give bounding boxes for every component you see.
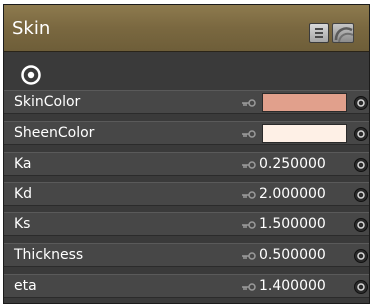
key-icon[interactable] (242, 98, 256, 108)
property-value-field[interactable]: 2.000000 (259, 186, 326, 202)
key-icon[interactable] (242, 190, 256, 200)
swirl-button[interactable] (332, 23, 354, 43)
property-label: Kd (14, 186, 33, 202)
panel-header: Skin (4, 5, 369, 52)
key-icon[interactable] (242, 129, 256, 139)
connect-icon[interactable] (353, 217, 369, 233)
property-row-skincolor: SkinColor (4, 90, 369, 114)
connect-icon[interactable] (353, 187, 369, 203)
sheen-color-swatch[interactable] (262, 124, 347, 143)
property-value-field[interactable]: 0.500000 (259, 247, 326, 263)
property-label: Ka (14, 156, 32, 172)
connect-icon[interactable] (353, 126, 369, 142)
connect-icon[interactable] (353, 248, 369, 264)
property-value-field[interactable]: 1.500000 (259, 216, 326, 232)
connect-icon[interactable] (353, 157, 369, 173)
property-label: Thickness (14, 247, 84, 263)
connect-icon[interactable] (353, 95, 369, 111)
key-icon[interactable] (242, 220, 256, 230)
property-row-ka: Ka 0.250000 (4, 152, 369, 176)
property-value-field[interactable]: 0.250000 (259, 156, 326, 172)
property-row-kd: Kd 2.000000 (4, 182, 369, 206)
swirl-icon (334, 27, 353, 42)
target-row (4, 60, 369, 90)
property-label: eta (14, 278, 37, 294)
target-icon[interactable] (20, 64, 42, 86)
panel-title: Skin (12, 18, 51, 39)
property-label: SheenColor (14, 125, 95, 141)
property-label: Ks (14, 216, 31, 232)
property-row-eta: eta 1.400000 (4, 274, 369, 298)
property-row-ks: Ks 1.500000 (4, 212, 369, 236)
key-icon[interactable] (242, 160, 256, 170)
list-icon-line (315, 36, 323, 38)
property-value-field[interactable]: 1.400000 (259, 278, 326, 294)
property-label: SkinColor (14, 94, 81, 110)
skin-color-swatch[interactable] (262, 93, 347, 112)
list-button[interactable] (309, 23, 329, 43)
skin-shader-panel: Skin SkinColor SheenColor Ka 0.250000 Kd… (3, 4, 370, 304)
key-icon[interactable] (242, 251, 256, 261)
property-row-sheencolor: SheenColor (4, 121, 369, 145)
key-icon[interactable] (242, 282, 256, 292)
list-icon (315, 28, 323, 30)
property-row-thickness: Thickness 0.500000 (4, 243, 369, 267)
connect-icon[interactable] (353, 279, 369, 295)
list-icon-line (315, 32, 323, 34)
